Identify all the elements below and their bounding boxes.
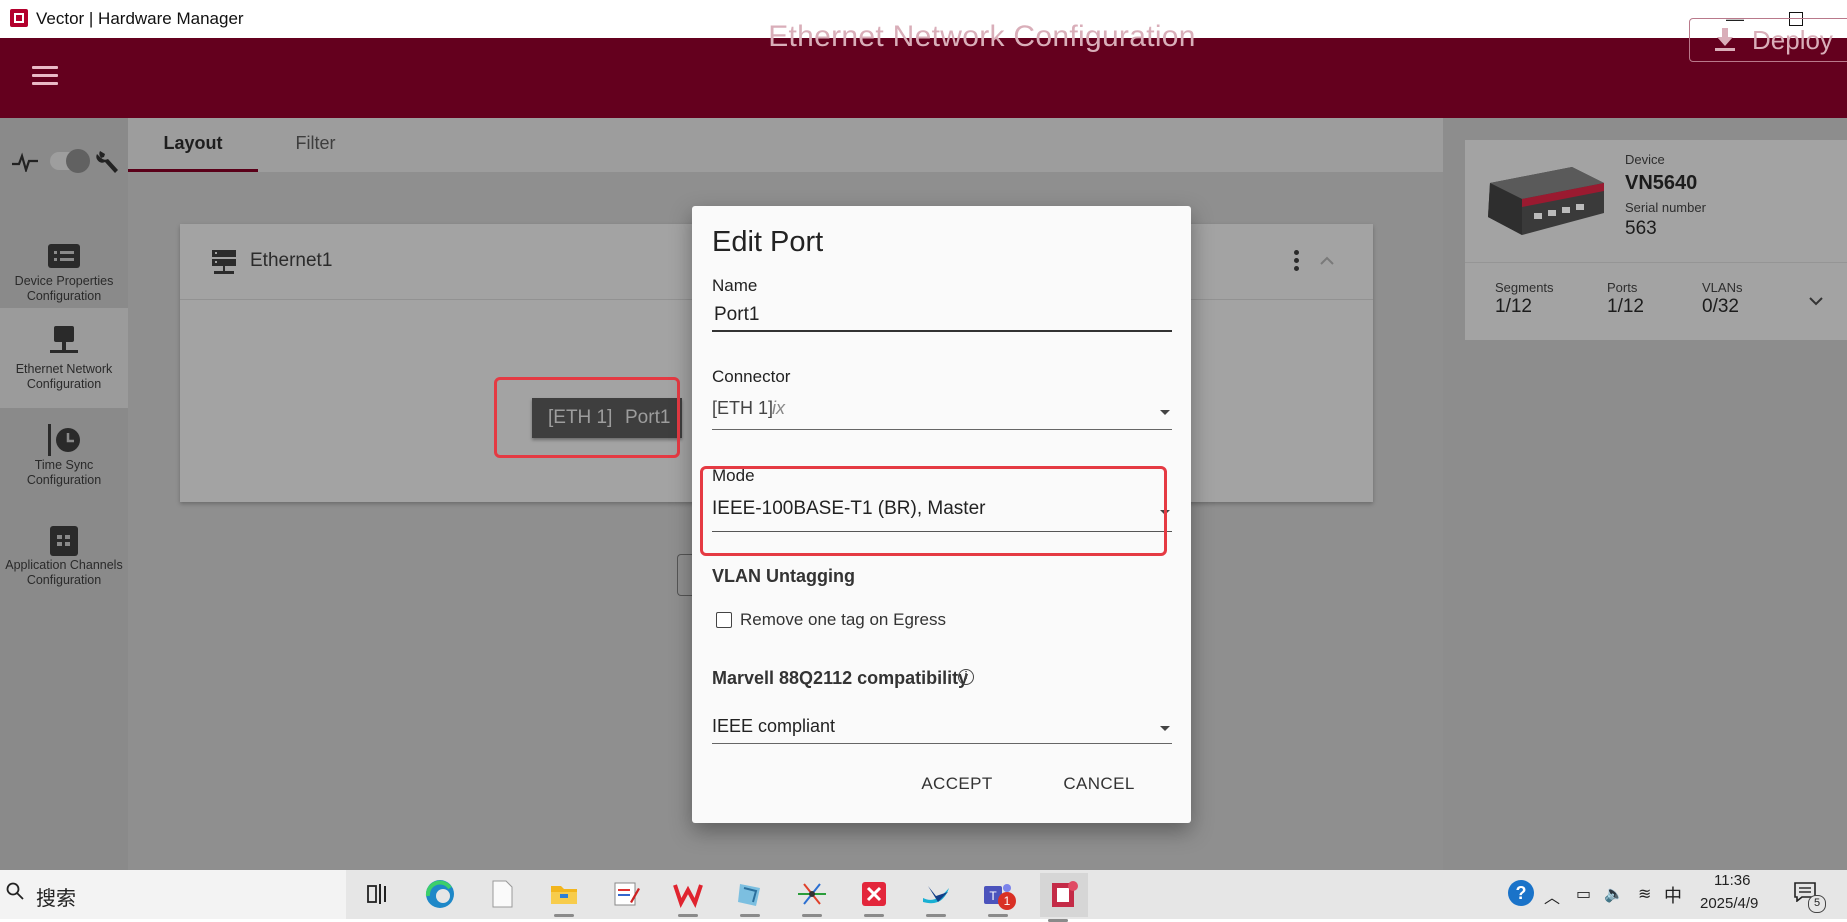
ime-indicator[interactable]: 中 (1664, 882, 1682, 908)
device-name: VN5640 (1625, 172, 1698, 194)
battery-icon[interactable]: ▭ (1576, 884, 1591, 904)
wps-icon[interactable] (670, 876, 706, 917)
remove-tag-egress-label[interactable]: Remove one tag on Egress (740, 610, 946, 630)
sidebar-item-label: Application Channels Configuration (5, 558, 123, 587)
page-title: Ethernet Network Configuration (768, 20, 1196, 53)
vm-icon[interactable] (732, 876, 768, 917)
device-image (1488, 167, 1604, 235)
stat-label-ports: Ports (1607, 280, 1638, 295)
search-placeholder: 搜索 (36, 888, 76, 910)
hamburger-menu-icon[interactable] (32, 66, 58, 88)
mode-toggle[interactable] (50, 149, 90, 173)
clock-date[interactable]: 2025/4/9 (1700, 895, 1758, 912)
sidebar-item-ethernet-network[interactable]: Ethernet Network Configuration (0, 308, 128, 408)
ethernet-network-icon (50, 326, 78, 353)
wrench-icon[interactable] (96, 148, 120, 174)
volume-icon[interactable]: 🔈 (1604, 884, 1624, 904)
cancel-button[interactable]: CANCEL (1054, 770, 1144, 798)
deploy-button[interactable]: Deploy (1689, 18, 1847, 62)
sidebar-item-label: Ethernet Network Configuration (15, 362, 113, 391)
vlan-untagging-heading: VLAN Untagging (712, 566, 855, 586)
dialog-title: Edit Port (712, 226, 824, 258)
pulse-icon[interactable] (12, 152, 38, 172)
more-options-icon[interactable] (1294, 250, 1300, 272)
search-icon (6, 882, 24, 900)
divider (1465, 262, 1847, 263)
sidebar-item-label: Time Sync Configuration (26, 458, 102, 487)
task-view-icon[interactable] (358, 876, 394, 912)
stat-value-ports: 1/12 (1607, 296, 1644, 317)
highlight-box-port (494, 377, 680, 458)
deploy-label: Deploy (1752, 25, 1833, 55)
marvell-compatibility-label: Marvell 88Q2112 compatibility (712, 668, 969, 688)
highlight-box-mode (700, 466, 1167, 556)
ethernet-card-title: Ethernet1 (250, 250, 333, 271)
feishu-icon[interactable] (918, 876, 954, 917)
accept-button[interactable]: ACCEPT (912, 770, 1002, 798)
connector-label: Connector (712, 367, 791, 386)
marvell-compatibility-select[interactable]: IEEE compliant (712, 714, 1172, 744)
file-explorer-icon[interactable] (546, 876, 582, 917)
serial-number-value: 563 (1625, 218, 1657, 239)
sidebar-item-label: Device Properties Configuration (14, 274, 114, 303)
name-label: Name (712, 276, 758, 295)
stat-value-segments: 1/12 (1495, 296, 1532, 317)
port-name-input[interactable] (712, 300, 1172, 332)
marvell-compatibility-value: IEEE compliant (712, 716, 836, 736)
hardware-manager-icon[interactable] (1040, 873, 1088, 922)
xmind-icon[interactable] (856, 876, 892, 917)
device-properties-icon (48, 244, 80, 268)
chevron-down-icon[interactable] (1808, 294, 1824, 308)
connector-value: [ETH 1] (712, 398, 774, 418)
dropdown-caret-icon (1160, 726, 1170, 731)
time-sync-icon (48, 424, 80, 456)
tab-filter[interactable]: Filter (258, 118, 373, 172)
download-icon (1715, 28, 1735, 51)
server-icon (212, 250, 236, 274)
help-icon[interactable]: ? (1508, 880, 1534, 906)
info-icon[interactable]: i (958, 669, 974, 685)
edge-icon[interactable] (422, 876, 458, 912)
tab-layout[interactable]: Layout (128, 118, 258, 172)
stat-label-vlans: VLANs (1702, 280, 1743, 295)
sidebar-item-time-sync[interactable]: Time Sync Configuration (0, 410, 128, 510)
clock-time[interactable]: 11:36 (1714, 872, 1750, 889)
remove-tag-egress-checkbox[interactable] (716, 612, 732, 628)
stat-label-segments: Segments (1495, 280, 1554, 295)
serial-number-label: Serial number (1625, 200, 1706, 215)
chevron-up-icon[interactable] (1318, 252, 1336, 270)
network-tool-icon[interactable] (794, 876, 830, 917)
svg-text:T: T (989, 889, 997, 903)
connector-hint: ix (772, 398, 785, 418)
editor-icon[interactable] (608, 876, 644, 912)
network-icon[interactable]: ≋ (1638, 884, 1651, 904)
stat-value-vlans: 0/32 (1702, 296, 1739, 317)
notepad-icon[interactable] (484, 876, 520, 912)
connector-select[interactable]: [ETH 1] ix (712, 396, 1172, 430)
device-label: Device (1625, 152, 1665, 167)
teams-badge: 1 (998, 892, 1016, 910)
sidebar-item-application-channels[interactable]: Application Channels Configuration (0, 510, 128, 610)
chevron-up-icon[interactable]: ︿ (1544, 884, 1560, 908)
notification-count: 5 (1808, 895, 1826, 913)
app-channels-icon (50, 526, 78, 556)
dropdown-caret-icon (1160, 410, 1170, 415)
